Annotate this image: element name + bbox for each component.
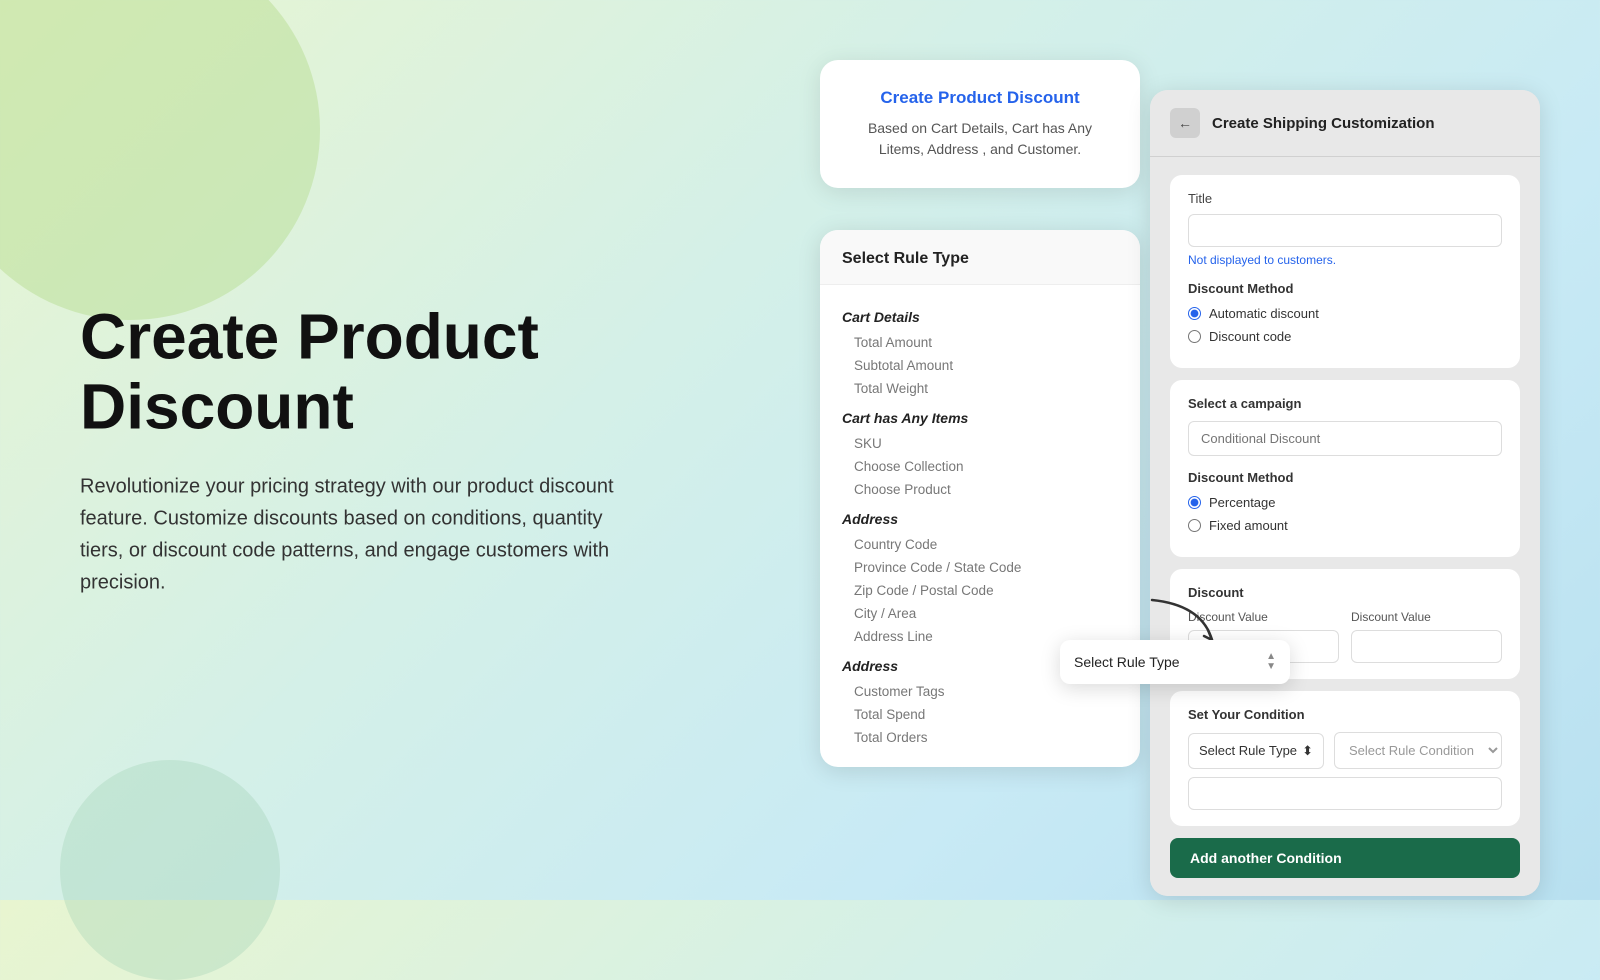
title-section: Title Not displayed to customers. Discou… bbox=[1170, 175, 1520, 368]
radio-percentage-label: Percentage bbox=[1209, 495, 1276, 510]
dropdown-arrow-icon: ⬍ bbox=[1302, 743, 1313, 759]
cards-container: Create Product Discount Based on Cart De… bbox=[820, 60, 1540, 840]
rule-section-cart-items: Cart has Any Items bbox=[842, 410, 1118, 426]
page-description: Revolutionize your pricing strategy with… bbox=[80, 470, 640, 598]
radio-fixed-amount[interactable]: Fixed amount bbox=[1188, 518, 1502, 533]
discount-method-group2: Percentage Fixed amount bbox=[1188, 495, 1502, 533]
select-rule-condition[interactable]: Select Rule Condition bbox=[1334, 732, 1502, 769]
campaign-label: Select a campaign bbox=[1188, 396, 1502, 411]
rule-section-address: Address bbox=[842, 511, 1118, 527]
rule-item-choose-collection[interactable]: Choose Collection bbox=[842, 455, 1118, 478]
radio-discount-code-input[interactable] bbox=[1188, 330, 1201, 343]
radio-automatic-input[interactable] bbox=[1188, 307, 1201, 320]
back-arrow-icon: ← bbox=[1178, 115, 1192, 131]
bg-circle-bottom bbox=[60, 760, 280, 980]
radio-discount-code-label: Discount code bbox=[1209, 329, 1291, 344]
condition-section: Set Your Condition Select Rule Type ⬍ Se… bbox=[1170, 691, 1520, 826]
back-button[interactable]: ← bbox=[1170, 108, 1200, 138]
floating-dropdown-label: Select Rule Type bbox=[1074, 654, 1180, 670]
radio-percentage[interactable]: Percentage bbox=[1188, 495, 1502, 510]
shipping-title: Create Shipping Customization bbox=[1212, 115, 1435, 132]
dropdown-arrows-icon: ▲ ▼ bbox=[1266, 652, 1276, 672]
card-rule-type: Select Rule Type Cart Details Total Amou… bbox=[820, 230, 1140, 767]
rule-item-city-area[interactable]: City / Area bbox=[842, 602, 1118, 625]
radio-fixed-amount-label: Fixed amount bbox=[1209, 518, 1288, 533]
rule-item-province-code[interactable]: Province Code / State Code bbox=[842, 556, 1118, 579]
radio-fixed-amount-input[interactable] bbox=[1188, 519, 1201, 532]
rule-item-subtotal-amount[interactable]: Subtotal Amount bbox=[842, 354, 1118, 377]
condition-row: Select Rule Type ⬍ Select Rule Condition bbox=[1188, 732, 1502, 769]
rule-item-total-spend[interactable]: Total Spend bbox=[842, 703, 1118, 726]
shipping-header: ← Create Shipping Customization bbox=[1150, 90, 1540, 157]
select-rule-type-dropdown[interactable]: Select Rule Type ⬍ bbox=[1188, 733, 1324, 769]
card-shipping: ← Create Shipping Customization Title No… bbox=[1150, 90, 1540, 896]
discount-method-label2: Discount Method bbox=[1188, 470, 1502, 485]
product-card-title: Create Product Discount bbox=[844, 88, 1116, 108]
radio-automatic[interactable]: Automatic discount bbox=[1188, 306, 1502, 321]
rule-item-sku[interactable]: SKU bbox=[842, 432, 1118, 455]
select-rule-type-text: Select Rule Type bbox=[1199, 743, 1297, 758]
page-heading: Create Product Discount bbox=[80, 302, 640, 443]
discount-method-label1: Discount Method bbox=[1188, 281, 1502, 296]
rule-item-total-weight[interactable]: Total Weight bbox=[842, 377, 1118, 400]
shipping-body: Title Not displayed to customers. Discou… bbox=[1150, 157, 1540, 896]
product-card-desc: Based on Cart Details, Cart has Any Lite… bbox=[844, 118, 1116, 160]
title-input[interactable] bbox=[1188, 214, 1502, 247]
condition-value-input[interactable] bbox=[1188, 777, 1502, 810]
arrow-down-icon: ▼ bbox=[1266, 662, 1276, 672]
rule-section-cart-details: Cart Details bbox=[842, 309, 1118, 325]
rule-item-choose-product[interactable]: Choose Product bbox=[842, 478, 1118, 501]
campaign-input[interactable] bbox=[1188, 421, 1502, 456]
condition-label: Set Your Condition bbox=[1188, 707, 1502, 722]
radio-automatic-label: Automatic discount bbox=[1209, 306, 1319, 321]
title-label: Title bbox=[1188, 191, 1502, 206]
bg-circle-top bbox=[0, 0, 320, 320]
rule-item-total-amount[interactable]: Total Amount bbox=[842, 331, 1118, 354]
card-product-discount: Create Product Discount Based on Cart De… bbox=[820, 60, 1140, 188]
rule-item-country-code[interactable]: Country Code bbox=[842, 533, 1118, 556]
rule-type-body: Cart Details Total Amount Subtotal Amoun… bbox=[820, 285, 1140, 767]
title-helper: Not displayed to customers. bbox=[1188, 253, 1502, 267]
add-condition-button[interactable]: Add another Condition bbox=[1170, 838, 1520, 878]
discount-label: Discount bbox=[1188, 585, 1502, 600]
radio-discount-code[interactable]: Discount code bbox=[1188, 329, 1502, 344]
rule-item-total-orders[interactable]: Total Orders bbox=[842, 726, 1118, 749]
left-section: Create Product Discount Revolutionize yo… bbox=[80, 302, 640, 599]
rule-type-header: Select Rule Type bbox=[820, 230, 1140, 285]
discount-method-group1: Automatic discount Discount code bbox=[1188, 306, 1502, 344]
campaign-section: Select a campaign Discount Method Percen… bbox=[1170, 380, 1520, 557]
radio-percentage-input[interactable] bbox=[1188, 496, 1201, 509]
discount-value2-input[interactable] bbox=[1351, 630, 1502, 663]
discount-col2: Discount Value bbox=[1351, 610, 1502, 663]
discount-value2-label: Discount Value bbox=[1351, 610, 1502, 624]
rule-item-zip-code[interactable]: Zip Code / Postal Code bbox=[842, 579, 1118, 602]
floating-rule-type-dropdown[interactable]: Select Rule Type ▲ ▼ bbox=[1060, 640, 1290, 684]
